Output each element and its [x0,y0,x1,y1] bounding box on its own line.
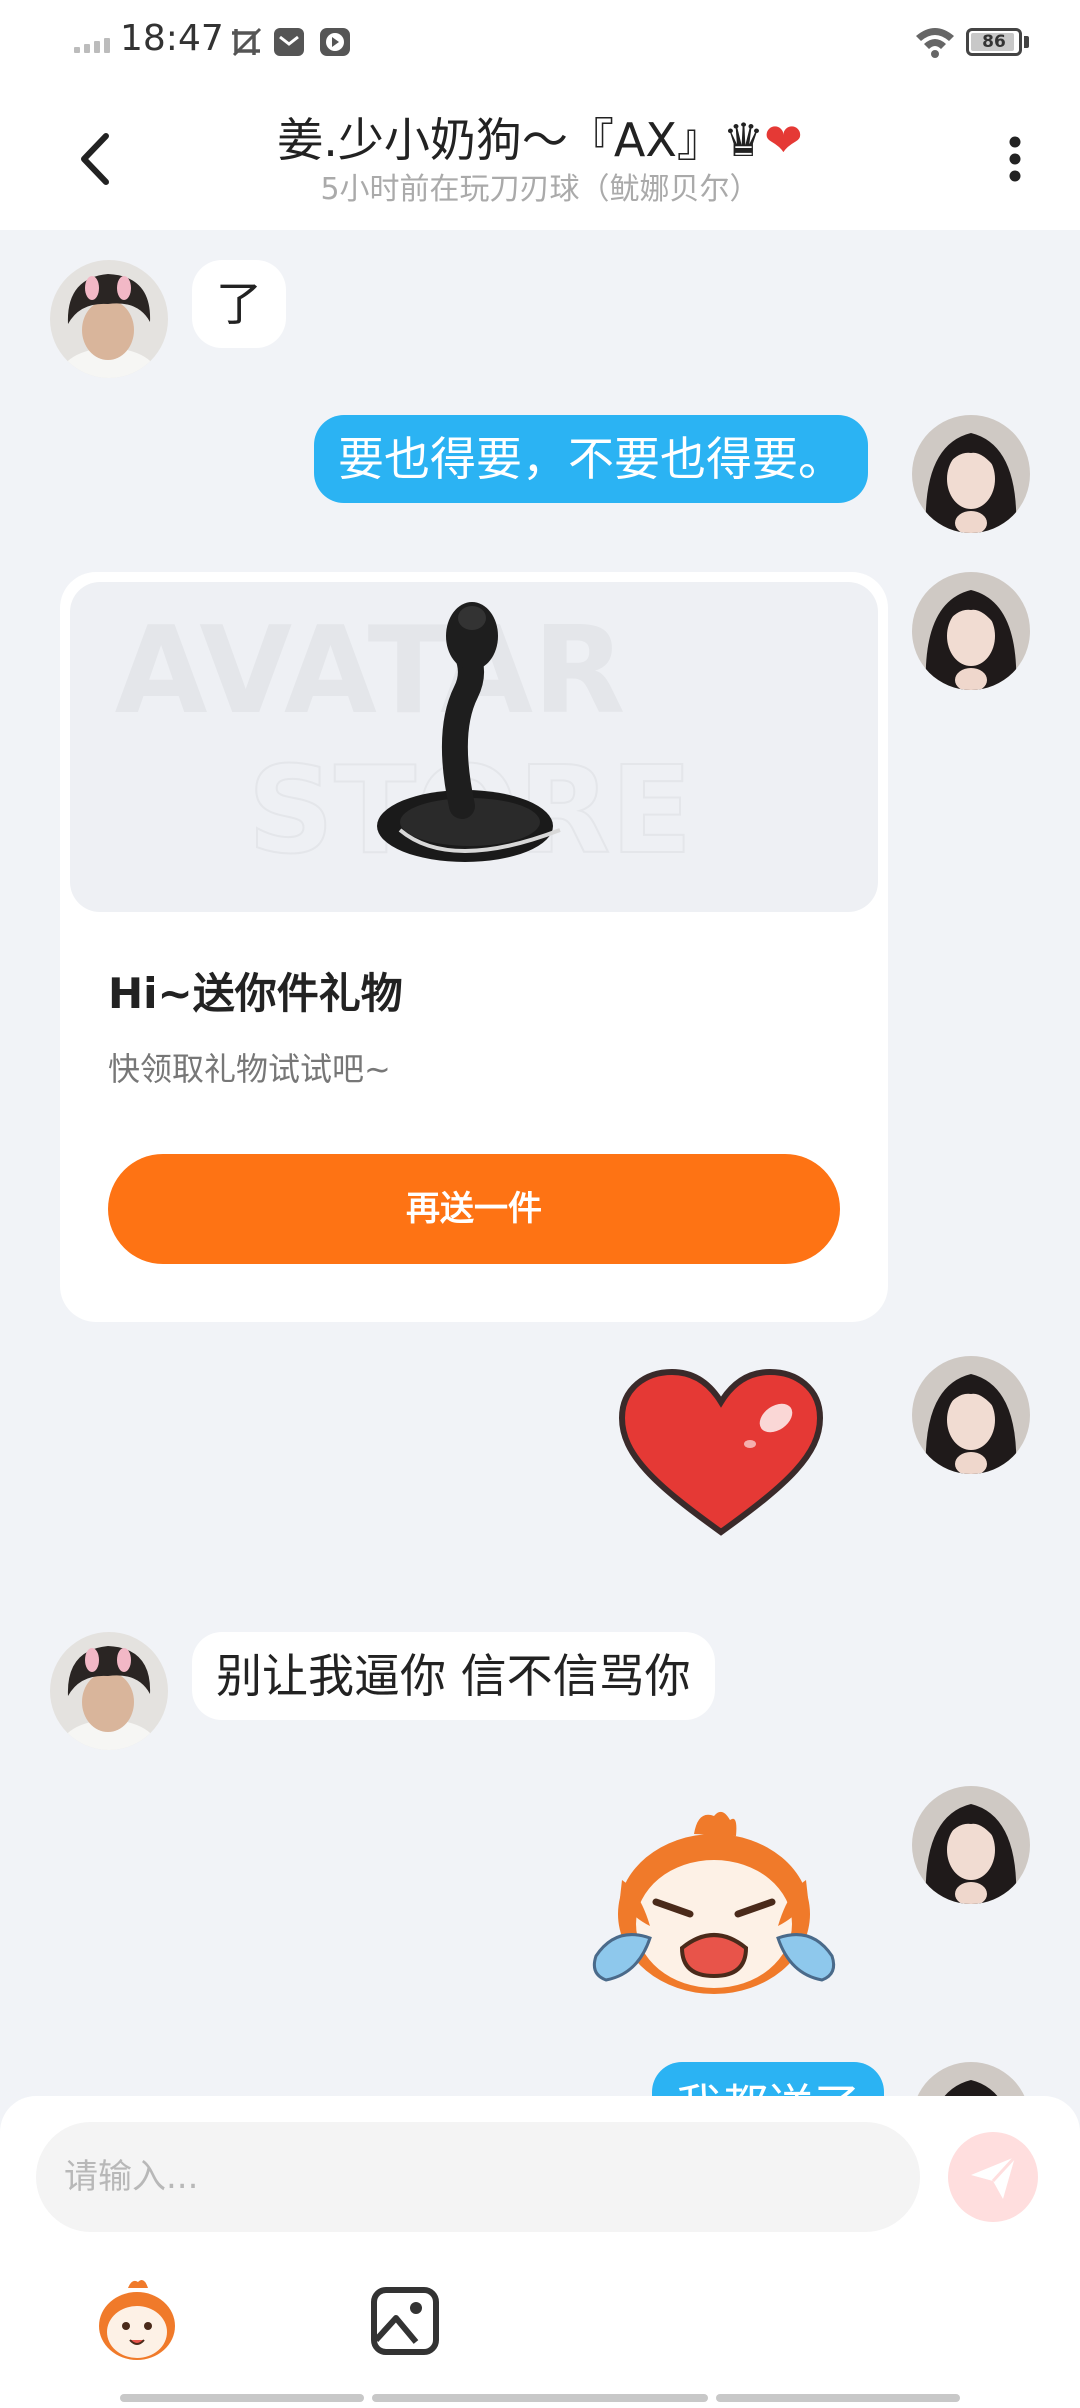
battery-tip [1024,36,1029,48]
contact-status: 5小时前在玩刀刃球（鱿娜贝尔） [320,172,760,207]
image-icon[interactable] [360,2276,450,2366]
composer [0,2096,1080,2408]
nav-bar-segment [120,2394,364,2402]
my-avatar[interactable] [912,1356,1030,1474]
battery-icon: 86 [966,28,1022,56]
chat-title: 姜.少小奶狗～『AX』♛❤ [0,104,1080,170]
gift-image: AVATAR STORE [70,582,878,912]
battery-level: 86 [982,32,1006,52]
nav-bar-segment [716,2394,960,2402]
nav-bar-segment [372,2394,708,2402]
send-another-gift-button[interactable]: 再送一件 [108,1154,840,1264]
crying-mascot-sticker [592,1811,836,1994]
my-avatar[interactable] [912,415,1030,533]
outgoing-message: 要也得要，不要也得要。 [314,415,868,503]
signal-icon [74,38,110,53]
gift-description: 快领取礼物试试吧~ [108,1050,391,1088]
incoming-message: 别让我逼你 信不信骂你 [192,1632,715,1720]
more-options-icon[interactable] [1000,124,1030,194]
sticker-mascot-icon[interactable] [92,2276,182,2366]
heart-sticker [618,1368,824,1536]
contact-name: 姜.少小奶狗～『AX』♛ [277,113,765,167]
chat-header: 姜.少小奶狗～『AX』♛❤ 5小时前在玩刀刃球（鱿娜贝尔） [0,84,1080,230]
gift-title: Hi~送你件礼物 [108,969,403,1018]
incoming-message: 了 [192,260,286,348]
wifi-icon [916,28,954,58]
my-avatar[interactable] [912,1786,1030,1904]
send-icon [971,2155,1017,2199]
heart-icon: ❤ [764,113,803,167]
contact-avatar[interactable] [50,1632,168,1750]
mail-icon [274,28,304,56]
watermark-line1: AVATAR [115,602,626,741]
my-avatar[interactable] [912,572,1030,690]
contact-avatar[interactable] [50,260,168,378]
message-input[interactable] [36,2122,920,2232]
status-bar: 18:47 86 [0,0,1080,84]
screenshot-icon [232,27,262,57]
media-icon [320,28,350,56]
status-time: 18:47 [120,18,224,59]
gift-card[interactable]: AVATAR STORE Hi~送你件礼物 快领取礼物试试吧~ 再送一件 [60,572,888,1322]
send-button[interactable] [948,2132,1038,2222]
